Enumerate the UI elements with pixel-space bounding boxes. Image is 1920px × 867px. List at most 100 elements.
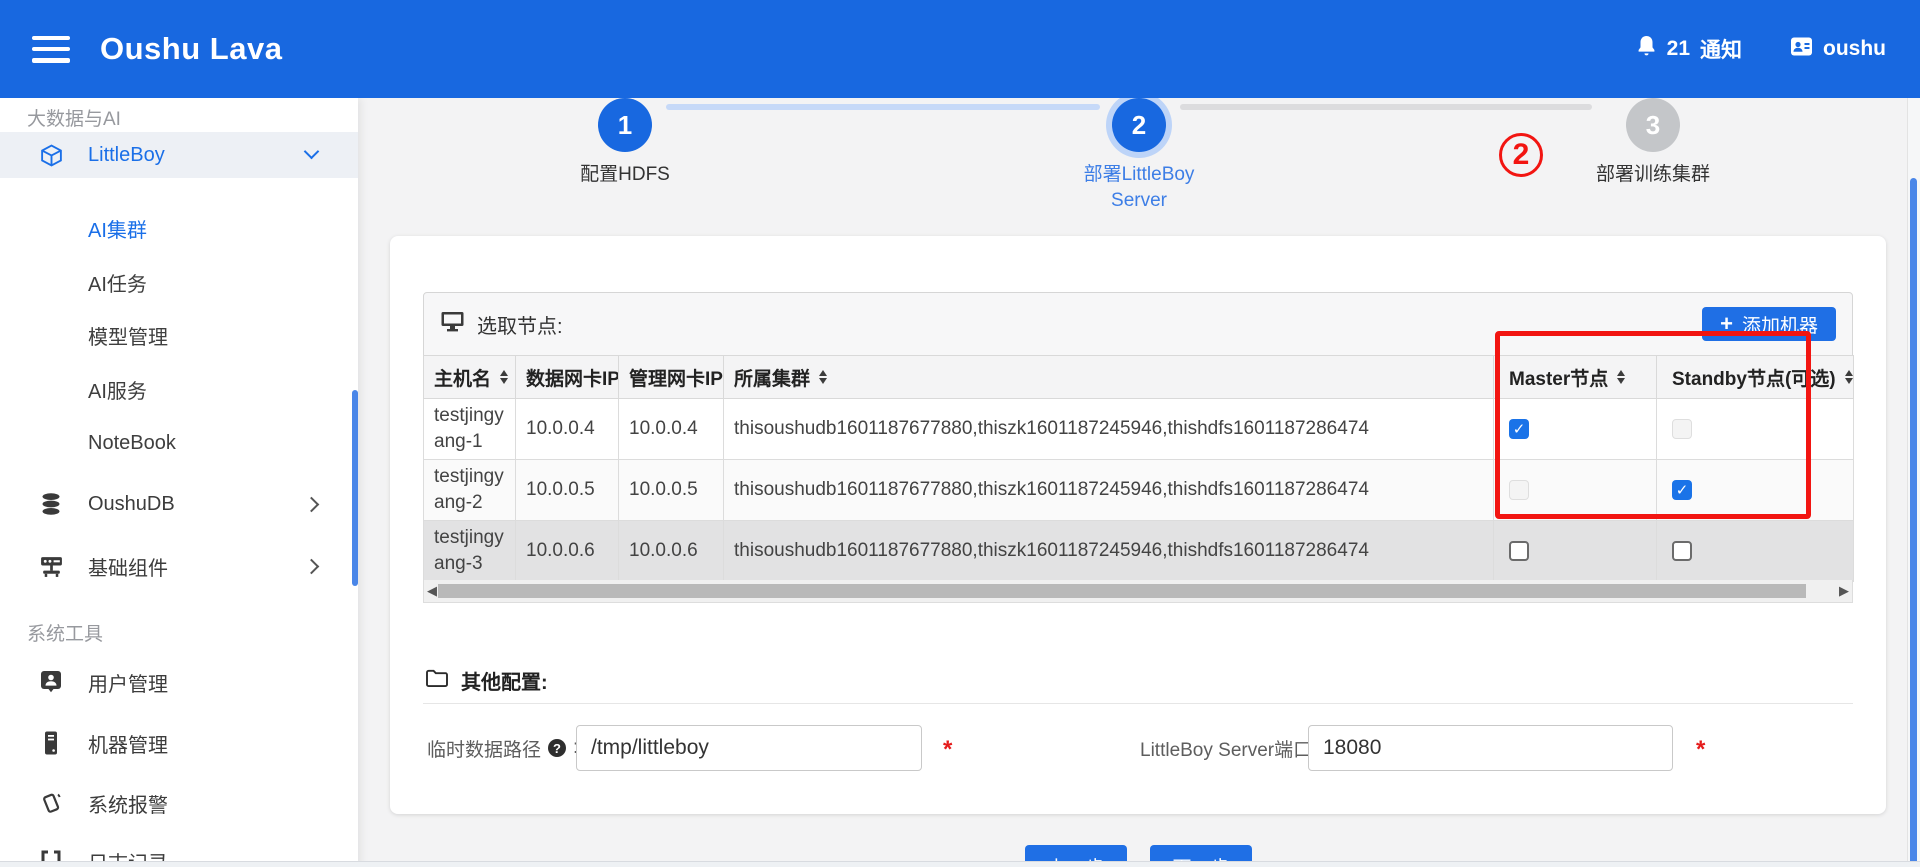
table-row-1: testjingyang-1 10.0.0.4 10.0.0.4 thisous… <box>424 399 1854 460</box>
machine-icon <box>38 730 64 756</box>
cluster-cell: thisoushudb1601187677880,thiszk160118724… <box>724 399 1494 460</box>
hamburger-menu-icon[interactable] <box>32 36 70 63</box>
hostname-cell: testjingyang-3 <box>424 521 516 582</box>
node-select-toolbar: 选取节点: + 添加机器 <box>423 292 1853 356</box>
data-ip-cell: 10.0.0.4 <box>516 399 619 460</box>
sidebar-subitem-model-mgmt[interactable]: 模型管理 <box>0 313 358 357</box>
scroll-left-arrow-icon[interactable]: ◀ <box>427 583 437 599</box>
sidebar: 大数据与AI LittleBoy AI集群 AI任务 模型管理 AI服务 Not… <box>0 98 358 867</box>
sort-icon[interactable] <box>819 370 827 384</box>
standby-checkbox-row-3[interactable] <box>1672 541 1692 561</box>
mgmt-ip-cell: 10.0.0.4 <box>619 399 724 460</box>
deploy-config-panel: 选取节点: + 添加机器 主机名 数据网卡IP 管理网卡IP 所属集群 Mast… <box>390 236 1886 814</box>
table-row-2: testjingyang-2 10.0.0.5 10.0.0.5 thisous… <box>424 460 1854 521</box>
other-config-label: 其他配置: <box>461 666 548 695</box>
temp-data-path-label: 临时数据路径 ? : <box>427 725 578 771</box>
other-config-header: 其他配置: <box>425 666 548 695</box>
components-icon <box>38 553 64 579</box>
sidebar-subitem-ai-service[interactable]: AI服务 <box>0 367 358 411</box>
col-header-data-ip[interactable]: 数据网卡IP <box>516 356 619 399</box>
col-header-mgmt-ip[interactable]: 管理网卡IP <box>619 356 724 399</box>
monitor-icon <box>440 310 465 339</box>
standby-checkbox-row-2[interactable] <box>1672 480 1692 500</box>
database-icon <box>38 491 64 517</box>
notification-label: 通知 <box>1700 34 1742 64</box>
sidebar-subitem-notebook[interactable]: NoteBook <box>0 421 358 465</box>
username: oushu <box>1823 37 1886 61</box>
sidebar-item-base-components[interactable]: 基础组件 <box>0 544 358 588</box>
user-menu[interactable]: oushu <box>1790 35 1886 64</box>
app-title: Oushu Lava <box>100 31 282 67</box>
page-vertical-scrollbar[interactable] <box>1907 98 1920 867</box>
master-checkbox-row-2[interactable] <box>1509 480 1529 500</box>
master-checkbox-row-1[interactable] <box>1509 419 1529 439</box>
sidebar-subitem-ai-cluster[interactable]: AI集群 <box>0 206 358 250</box>
help-icon[interactable]: ? <box>548 739 566 757</box>
sort-icon[interactable] <box>1617 370 1625 384</box>
data-ip-cell: 10.0.0.5 <box>516 460 619 521</box>
hostname-cell: testjingyang-2 <box>424 460 516 521</box>
sort-icon[interactable] <box>500 370 508 384</box>
nodes-table: 主机名 数据网卡IP 管理网卡IP 所属集群 Master节点 Standby节… <box>423 355 1854 582</box>
step-connector-1-2 <box>666 104 1100 110</box>
mgmt-ip-cell: 10.0.0.6 <box>619 521 724 582</box>
user-badge-icon <box>38 669 64 695</box>
step-2-circle[interactable]: 2 <box>1112 98 1166 152</box>
step-3-label: 部署训练集群 <box>1573 162 1733 188</box>
standby-checkbox-row-1[interactable] <box>1672 419 1692 439</box>
scroll-right-arrow-icon[interactable]: ▶ <box>1839 583 1849 599</box>
folder-icon <box>425 668 449 694</box>
col-header-hostname[interactable]: 主机名 <box>424 356 516 399</box>
node-select-label-group: 选取节点: <box>440 310 563 339</box>
cluster-cell: thisoushudb1601187677880,thiszk160118724… <box>724 521 1494 582</box>
node-select-label: 选取节点: <box>477 310 563 339</box>
alarm-icon <box>38 790 64 816</box>
server-port-input[interactable] <box>1308 725 1673 771</box>
step-1-circle[interactable]: 1 <box>598 98 652 152</box>
sidebar-scrollbar-thumb[interactable] <box>352 390 358 586</box>
sidebar-subitem-ai-task[interactable]: AI任务 <box>0 260 358 304</box>
step-connector-2-3 <box>1180 104 1592 110</box>
app-window: Oushu Lava 21 通知 oushu 大数据与AI <box>0 0 1920 867</box>
notifications-button[interactable]: 21 通知 <box>1636 34 1742 64</box>
sidebar-item-user-mgmt[interactable]: 用户管理 <box>0 660 358 704</box>
annotation-circled-2: 2 <box>1499 133 1543 177</box>
col-header-master[interactable]: Master节点 <box>1494 356 1657 399</box>
col-header-cluster[interactable]: 所属集群 <box>724 356 1494 399</box>
cube-icon <box>38 142 64 168</box>
scrollbar-thumb[interactable] <box>1910 178 1917 867</box>
master-checkbox-row-3[interactable] <box>1509 541 1529 561</box>
step-2-label: 部署LittleBoy Server <box>1059 162 1219 214</box>
step-3-circle[interactable]: 3 <box>1626 98 1680 152</box>
topbar-right: 21 通知 oushu <box>1636 0 1886 98</box>
scrollbar-thumb[interactable] <box>438 584 1806 598</box>
add-machine-button[interactable]: + 添加机器 <box>1702 307 1836 341</box>
sidebar-item-littleboy[interactable]: LittleBoy <box>0 132 358 178</box>
plus-icon: + <box>1720 313 1733 335</box>
user-badge-icon <box>1790 35 1813 64</box>
required-asterisk: * <box>943 736 952 764</box>
step-1-label: 配置HDFS <box>545 162 705 188</box>
data-ip-cell: 10.0.0.6 <box>516 521 619 582</box>
cluster-cell: thisoushudb1601187677880,thiszk160118724… <box>724 460 1494 521</box>
page-bottom-scrollbar <box>0 861 1920 867</box>
notification-count: 21 <box>1667 37 1690 61</box>
table-horizontal-scrollbar[interactable]: ◀ ▶ <box>423 580 1853 603</box>
col-header-standby[interactable]: Standby节点(可选) <box>1657 356 1854 399</box>
hostname-cell: testjingyang-1 <box>424 399 516 460</box>
sidebar-item-machine-mgmt[interactable]: 机器管理 <box>0 721 358 765</box>
temp-data-path-input[interactable] <box>576 725 922 771</box>
mgmt-ip-cell: 10.0.0.5 <box>619 460 724 521</box>
chevron-right-icon <box>304 559 320 575</box>
sort-icon[interactable] <box>1845 370 1853 384</box>
table-header-row: 主机名 数据网卡IP 管理网卡IP 所属集群 Master节点 Standby节… <box>424 356 1854 399</box>
divider <box>423 703 1853 704</box>
sidebar-item-system-alarm[interactable]: 系统报警 <box>0 781 358 825</box>
table-row-3: testjingyang-3 10.0.0.6 10.0.0.6 thisous… <box>424 521 1854 582</box>
sidebar-section-bigdata-ai: 大数据与AI <box>0 102 358 134</box>
sidebar-item-oushudb[interactable]: OushuDB <box>0 482 358 526</box>
required-asterisk: * <box>1696 736 1705 764</box>
chevron-right-icon <box>304 497 320 513</box>
sidebar-section-system-tools: 系统工具 <box>0 616 358 648</box>
chevron-down-icon <box>304 144 320 160</box>
